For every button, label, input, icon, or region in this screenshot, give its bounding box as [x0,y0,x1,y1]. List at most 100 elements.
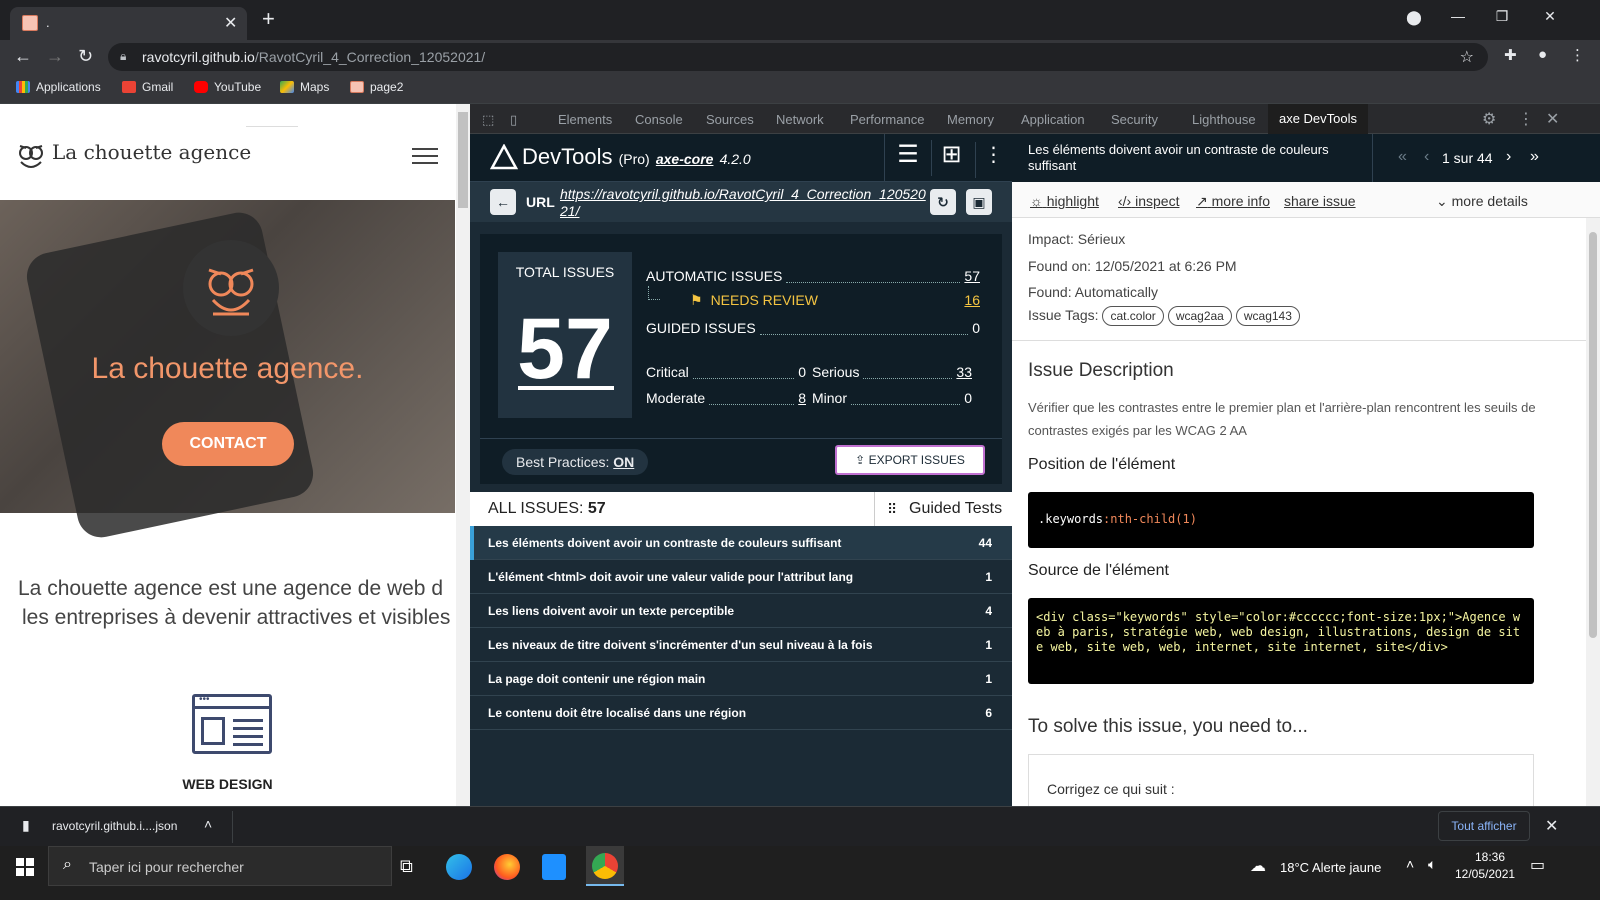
inspect-link[interactable]: ‹/› inspect [1118,193,1179,209]
clock-time[interactable]: 18:36 [1470,850,1510,864]
issue-row[interactable]: L'élément <html> doit avoir une valeur v… [470,560,1012,594]
profile-menu-icon[interactable]: ⬤ [1402,9,1426,26]
issue-row[interactable]: La page doit contenir une région main 1 [470,662,1012,696]
tab-performance[interactable]: Performance [850,112,924,127]
bookmark-applications[interactable]: Applications [16,80,101,94]
prev-page-icon[interactable]: ‹ [1424,148,1429,166]
browser-tab[interactable]: . ✕ [10,7,247,40]
bookmark-gmail[interactable]: Gmail [122,80,173,94]
axe-engine-link[interactable]: axe-core [656,151,714,167]
reload-icon[interactable]: ↻ [78,46,93,67]
more-info-link[interactable]: ↗ more info [1196,193,1270,210]
forward-icon[interactable]: → [46,46,64,67]
edge-icon[interactable] [446,854,472,880]
bookmark-maps[interactable]: Maps [280,80,329,94]
automatic-issues-row[interactable]: AUTOMATIC ISSUES 57 [646,268,980,288]
tab-security[interactable]: Security [1111,112,1158,127]
chrome-taskbar-button[interactable] [586,846,624,886]
chevron-up-icon[interactable]: ˄ [204,816,212,832]
back-icon[interactable]: ← [14,46,32,67]
download-bar-close-icon[interactable]: ✕ [1545,816,1558,836]
scanned-url-link[interactable]: https://ravotcyril.github.io/RavotCyril_… [560,186,930,220]
tab-close-icon[interactable]: ✕ [224,13,237,33]
chrome-menu-icon[interactable]: ⋮ [1570,46,1585,64]
tab-sources[interactable]: Sources [706,112,754,127]
rescan-icon[interactable]: ↻ [930,189,956,215]
page-scrollbar[interactable] [456,104,470,806]
source-code[interactable]: <div class="keywords" style="color:#cccc… [1028,598,1534,684]
bookmark-youtube[interactable]: YouTube [194,80,261,94]
tab-network[interactable]: Network [776,112,824,127]
needs-review-row[interactable]: ⚑ NEEDS REVIEW 16 [646,286,980,312]
back-arrow-icon[interactable]: ← [490,189,516,215]
window-close-icon[interactable]: ✕ [1538,8,1562,25]
best-practices-value[interactable]: ON [613,454,634,470]
issue-row[interactable]: Le contenu doit être localisé dans une r… [470,696,1012,730]
device-toolbar-icon[interactable]: ▯ [510,112,517,128]
issue-row[interactable]: Les éléments doivent avoir un contraste … [470,526,1012,560]
more-details-toggle[interactable]: ⌄ more details [1436,193,1528,210]
add-icon[interactable]: ⊞ [931,140,971,176]
bookmark-page2[interactable]: page2 [350,80,403,94]
windows-start-icon[interactable] [16,858,34,876]
share-issue-link[interactable]: share issue [1284,193,1356,209]
issue-list-icon[interactable]: ☰ [889,140,927,176]
profile-icon[interactable]: ● [1538,46,1547,63]
task-view-icon[interactable]: ⧉ [400,856,413,877]
owl-logo-icon[interactable] [16,140,46,170]
settings-gear-icon[interactable]: ⚙ [1482,109,1496,129]
tab-lighthouse[interactable]: Lighthouse [1192,112,1256,127]
extensions-icon[interactable]: ✚ [1504,46,1517,64]
tab-application[interactable]: Application [1021,112,1085,127]
page-scrollbar-thumb[interactable] [458,112,468,208]
brand-name[interactable]: La chouette agence [52,140,251,164]
firefox-icon[interactable] [494,854,520,880]
row-count[interactable]: 8 [798,390,806,410]
issue-row[interactable]: Les niveaux de titre doivent s'incrément… [470,628,1012,662]
moderate-row[interactable]: Moderate 8 [646,390,806,410]
best-practices-toggle[interactable]: Best Practices: ON [502,449,649,475]
volume-icon[interactable]: 🔈︎ [1428,856,1436,873]
tab-console[interactable]: Console [635,112,683,127]
serious-row[interactable]: Serious 33 [812,364,972,384]
tray-chevron-up-icon[interactable]: ˄ [1406,856,1414,872]
export-issues-button[interactable]: ⇪ EXPORT ISSUES [835,445,985,475]
highlight-link[interactable]: ☼ highlight [1030,193,1099,209]
last-page-icon[interactable]: » [1530,148,1539,166]
clock-date[interactable]: 12/05/2021 [1455,867,1515,881]
contact-button[interactable]: CONTACT [162,422,294,466]
issue-row[interactable]: Les liens doivent avoir un texte percept… [470,594,1012,628]
weather-icon[interactable]: ☁ [1250,856,1266,876]
tab-elements[interactable]: Elements [558,112,612,127]
row-count[interactable]: 16 [964,292,980,312]
row-count[interactable]: 57 [964,268,980,288]
hamburger-menu-icon[interactable] [412,148,438,164]
show-all-downloads-button[interactable]: Tout afficher [1438,811,1530,841]
taskbar-search-box[interactable]: ⌕ Taper ici pour rechercher [48,846,392,886]
next-page-icon[interactable]: › [1506,148,1511,166]
tab-memory[interactable]: Memory [947,112,994,127]
download-filename[interactable]: ravotcyril.github.i....json [52,819,177,833]
axe-logo-icon [490,144,518,170]
first-page-icon[interactable]: « [1398,148,1407,166]
weather-text[interactable]: 18°C Alerte jaune [1280,860,1381,875]
address-url[interactable]: ravotcyril.github.io/RavotCyril_4_Correc… [142,49,485,65]
bookmark-star-icon[interactable]: ☆ [1460,47,1474,67]
vscode-icon[interactable] [542,854,566,880]
address-bar[interactable]: 🔒︎ ravotcyril.github.io/RavotCyril_4_Cor… [108,43,1488,71]
selector-code[interactable]: .keywords:nth-child(1) [1028,492,1534,548]
row-count[interactable]: 33 [956,364,972,384]
minimize-icon[interactable]: — [1446,8,1470,24]
tab-axe-devtools[interactable]: axe DevTools [1268,104,1368,134]
notifications-icon[interactable]: ▭ [1530,855,1545,875]
detail-scrollbar[interactable] [1586,218,1600,806]
detail-scrollbar-thumb[interactable] [1589,232,1597,638]
devtools-menu-icon[interactable]: ⋮ [1518,109,1534,129]
guided-tests-button[interactable]: ⠿ Guided Tests [874,492,1012,526]
inspect-element-icon[interactable]: ⬚ [482,112,494,128]
devtools-close-icon[interactable]: ✕ [1546,109,1559,129]
axe-menu-icon[interactable]: ⋮ [975,142,1011,178]
new-tab-icon[interactable]: + [262,8,275,30]
save-icon[interactable]: ▣ [966,189,992,215]
maximize-icon[interactable]: ❐ [1490,8,1514,25]
